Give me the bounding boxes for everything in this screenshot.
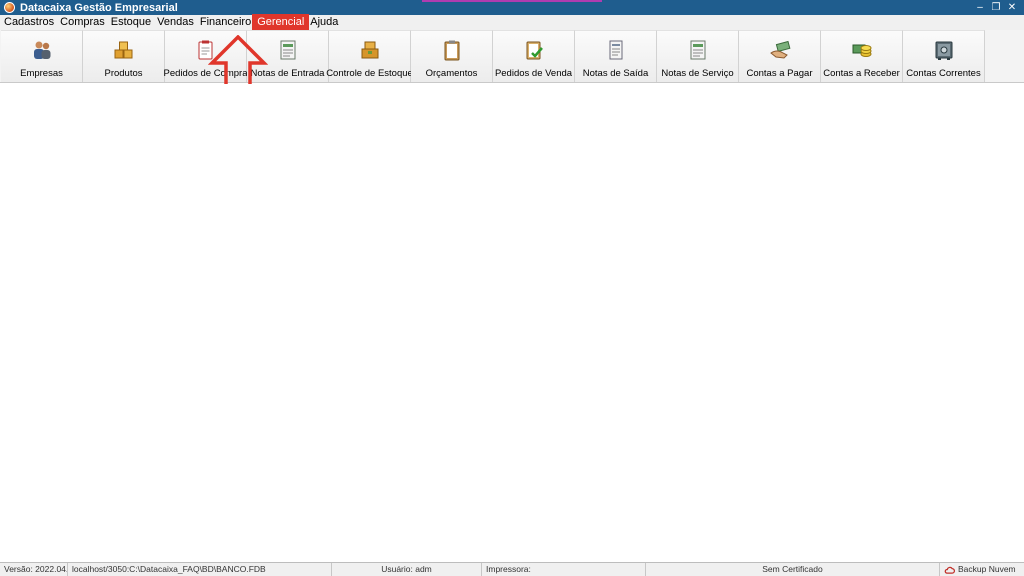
status-user: Usuário: adm [332, 563, 482, 576]
notas-entrada-button[interactable]: Notas de Entrada [247, 30, 329, 82]
menu-financeiro[interactable]: Financeiro [197, 16, 254, 29]
produtos-button[interactable]: Produtos [83, 30, 165, 82]
status-printer: Impressora: [482, 563, 646, 576]
title-bar: Datacaixa Gestão Empresarial – ❐ ✕ [0, 0, 1024, 15]
empresas-button[interactable]: Empresas [1, 30, 83, 82]
people-icon [31, 39, 53, 61]
status-bar: Versão: 2022.04.23 localhost/3050:C:\Dat… [0, 562, 1024, 576]
document-icon [605, 39, 627, 61]
notas-saida-button[interactable]: Notas de Saída [575, 30, 657, 82]
document-green-icon [277, 39, 299, 61]
clipboard-icon [441, 39, 463, 61]
contas-correntes-button[interactable]: Contas Correntes [903, 30, 985, 82]
contas-receber-button[interactable]: Contas a Receber [821, 30, 903, 82]
document-green-icon [687, 39, 709, 61]
box-stack-icon [359, 39, 381, 61]
clipboard-check-icon [523, 39, 545, 61]
orcamentos-label: Orçamentos [425, 68, 478, 79]
status-version: Versão: 2022.04.23 [0, 563, 68, 576]
cloud-icon [944, 566, 955, 574]
menu-ajuda[interactable]: Ajuda [307, 16, 341, 29]
contas-receber-label: Contas a Receber [823, 68, 900, 79]
workspace [0, 84, 1024, 562]
menu-compras[interactable]: Compras [57, 16, 108, 29]
notas-servico-label: Notas de Serviço [661, 68, 734, 79]
produtos-label: Produtos [104, 68, 143, 79]
notas-servico-button[interactable]: Notas de Serviço [657, 30, 739, 82]
menu-bar: Cadastros Compras Estoque Vendas Finance… [0, 14, 1024, 31]
controle-estoque-label: Controle de Estoque [326, 68, 413, 79]
status-database: localhost/3050:C:\Datacaixa_FAQ\BD\BANCO… [68, 563, 332, 576]
notas-saida-label: Notas de Saída [582, 68, 649, 79]
titlebar-accent [422, 0, 602, 2]
pedidos-venda-label: Pedidos de Venda [494, 68, 573, 79]
menu-estoque[interactable]: Estoque [108, 16, 154, 29]
clipboard-red-icon [195, 39, 217, 61]
coins-icon [851, 39, 873, 61]
pedidos-compra-label: Pedidos de Compra [163, 68, 248, 79]
status-certificate: Sem Certificado [646, 563, 940, 576]
contas-pagar-label: Contas a Pagar [746, 68, 813, 79]
restore-icon[interactable]: ❐ [990, 2, 1002, 14]
notas-entrada-label: Notas de Entrada [250, 68, 325, 79]
close-icon[interactable]: ✕ [1006, 2, 1018, 14]
menu-vendas[interactable]: Vendas [154, 16, 197, 29]
menu-gerencial[interactable]: Gerencial [252, 14, 310, 31]
contas-pagar-button[interactable]: Contas a Pagar [739, 30, 821, 82]
orcamentos-button[interactable]: Orçamentos [411, 30, 493, 82]
app-logo-icon [4, 2, 15, 13]
toolbar: Empresas Produtos Pedidos de Compra Nota… [0, 30, 1024, 83]
pedidos-compra-button[interactable]: Pedidos de Compra [163, 30, 248, 82]
status-backup[interactable]: Backup Nuvem [940, 563, 1024, 576]
hand-money-icon [769, 39, 791, 61]
pedidos-venda-button[interactable]: Pedidos de Venda [493, 30, 575, 82]
controle-estoque-button[interactable]: Controle de Estoque [326, 30, 413, 82]
minimize-icon[interactable]: – [974, 2, 986, 14]
safe-icon [933, 39, 955, 61]
window-controls: – ❐ ✕ [974, 2, 1024, 14]
window-title: Datacaixa Gestão Empresarial [20, 1, 178, 14]
empresas-label: Empresas [20, 68, 63, 79]
contas-correntes-label: Contas Correntes [906, 68, 981, 79]
backup-label: Backup Nuvem [958, 564, 1016, 574]
menu-cadastros[interactable]: Cadastros [0, 16, 57, 29]
boxes-icon [113, 39, 135, 61]
